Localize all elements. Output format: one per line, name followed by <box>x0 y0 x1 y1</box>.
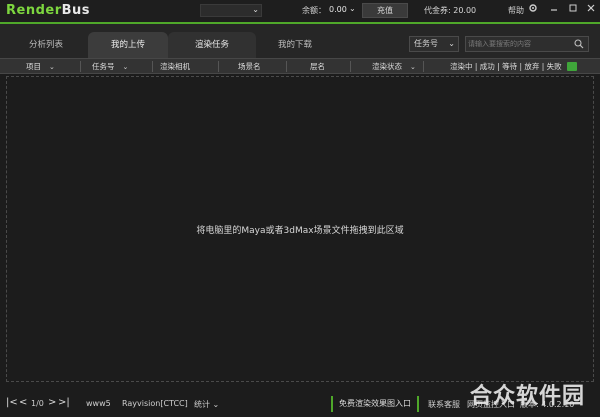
tab-analysis-list[interactable]: 分析列表 <box>14 32 78 58</box>
col-status[interactable]: 渲染状态 ⌄ <box>372 59 416 74</box>
tab-render-tasks[interactable]: 渲染任务 <box>168 32 256 58</box>
help-link[interactable]: 帮助 <box>508 5 524 16</box>
prev-page-icon[interactable]: < <box>19 397 27 408</box>
col-project[interactable]: 项目 ⌄ <box>26 59 55 74</box>
balance-chevron-down-icon[interactable]: ⌄ <box>349 4 356 13</box>
contact-support-link[interactable]: 联系客服 <box>428 399 460 410</box>
username: www5 <box>86 399 111 408</box>
watermark: 合众软件园 <box>470 384 586 409</box>
logo-render: Render <box>6 3 62 18</box>
minimize-icon[interactable] <box>547 3 560 17</box>
search-icon[interactable] <box>573 37 585 51</box>
render-region[interactable]: Rayvision[CTCC] <box>122 399 188 408</box>
stats-menu[interactable]: 统计 ⌄ <box>194 399 219 410</box>
export-excel-icon[interactable] <box>567 62 577 71</box>
last-page-icon[interactable]: >| <box>58 397 70 408</box>
col-stats[interactable]: 渲染中 | 成功 | 等待 | 放弃 | 失败 <box>450 59 562 74</box>
chevron-down-icon: ⌄ <box>49 63 55 71</box>
coupon-balance: 代金券: 20.00 <box>424 6 477 15</box>
chevron-down-icon: ⌄ <box>410 63 416 71</box>
tab-my-uploads[interactable]: 我的上传 <box>88 32 168 58</box>
task-table-header: 项目 ⌄ 任务号 ⌄ 渲染相机 场景名 层名 渲染状态 ⌄ 渲染中 | 成功 | 等待… <box>0 58 600 74</box>
search-field-value: 任务号 <box>414 39 438 48</box>
balance-label: 余额： <box>302 6 326 15</box>
account-select[interactable]: ⌄ <box>200 4 262 17</box>
chevron-down-icon: ⌄ <box>212 400 220 409</box>
recharge-button[interactable]: 充值 <box>362 3 408 18</box>
first-page-icon[interactable]: |< <box>6 397 18 408</box>
logo-bus: Bus <box>61 3 91 18</box>
search-input[interactable] <box>468 38 572 50</box>
chevron-down-icon: ⌄ <box>122 63 129 71</box>
col-camera[interactable]: 渲染相机 <box>160 59 190 74</box>
page-indicator: 1/0 <box>31 399 44 408</box>
app-logo: RenderBus <box>6 3 90 18</box>
search-field-select[interactable]: 任务号 ⌄ <box>409 36 459 52</box>
search-box[interactable] <box>465 36 589 52</box>
balance-value: 0.00 <box>329 5 347 14</box>
col-scene[interactable]: 场景名 <box>238 59 261 74</box>
free-render-preview-link[interactable]: 免费渲染效果图入口 <box>331 396 419 412</box>
title-bar: RenderBus ⌄ 余额： 0.00 ⌄ 充值 代金券: 20.00 帮助 <box>0 0 600 22</box>
col-layer[interactable]: 层名 <box>310 59 325 74</box>
col-task-no[interactable]: 任务号 ⌄ <box>92 59 128 74</box>
gear-icon[interactable] <box>526 3 539 17</box>
maximize-icon[interactable] <box>566 3 579 17</box>
chevron-down-icon: ⌄ <box>448 39 455 48</box>
tab-bar: 分析列表 我的上传 渲染任务 我的下载 任务号 ⌄ <box>0 24 600 58</box>
drop-hint-text: 将电脑里的Maya或者3dMax场景文件拖拽到此区域 <box>196 226 404 236</box>
tab-my-downloads[interactable]: 我的下载 <box>262 32 328 58</box>
next-page-icon[interactable]: > <box>48 397 56 408</box>
chevron-down-icon: ⌄ <box>252 5 259 14</box>
close-icon[interactable] <box>584 3 597 17</box>
file-drop-area[interactable]: 将电脑里的Maya或者3dMax场景文件拖拽到此区域 <box>6 76 594 382</box>
